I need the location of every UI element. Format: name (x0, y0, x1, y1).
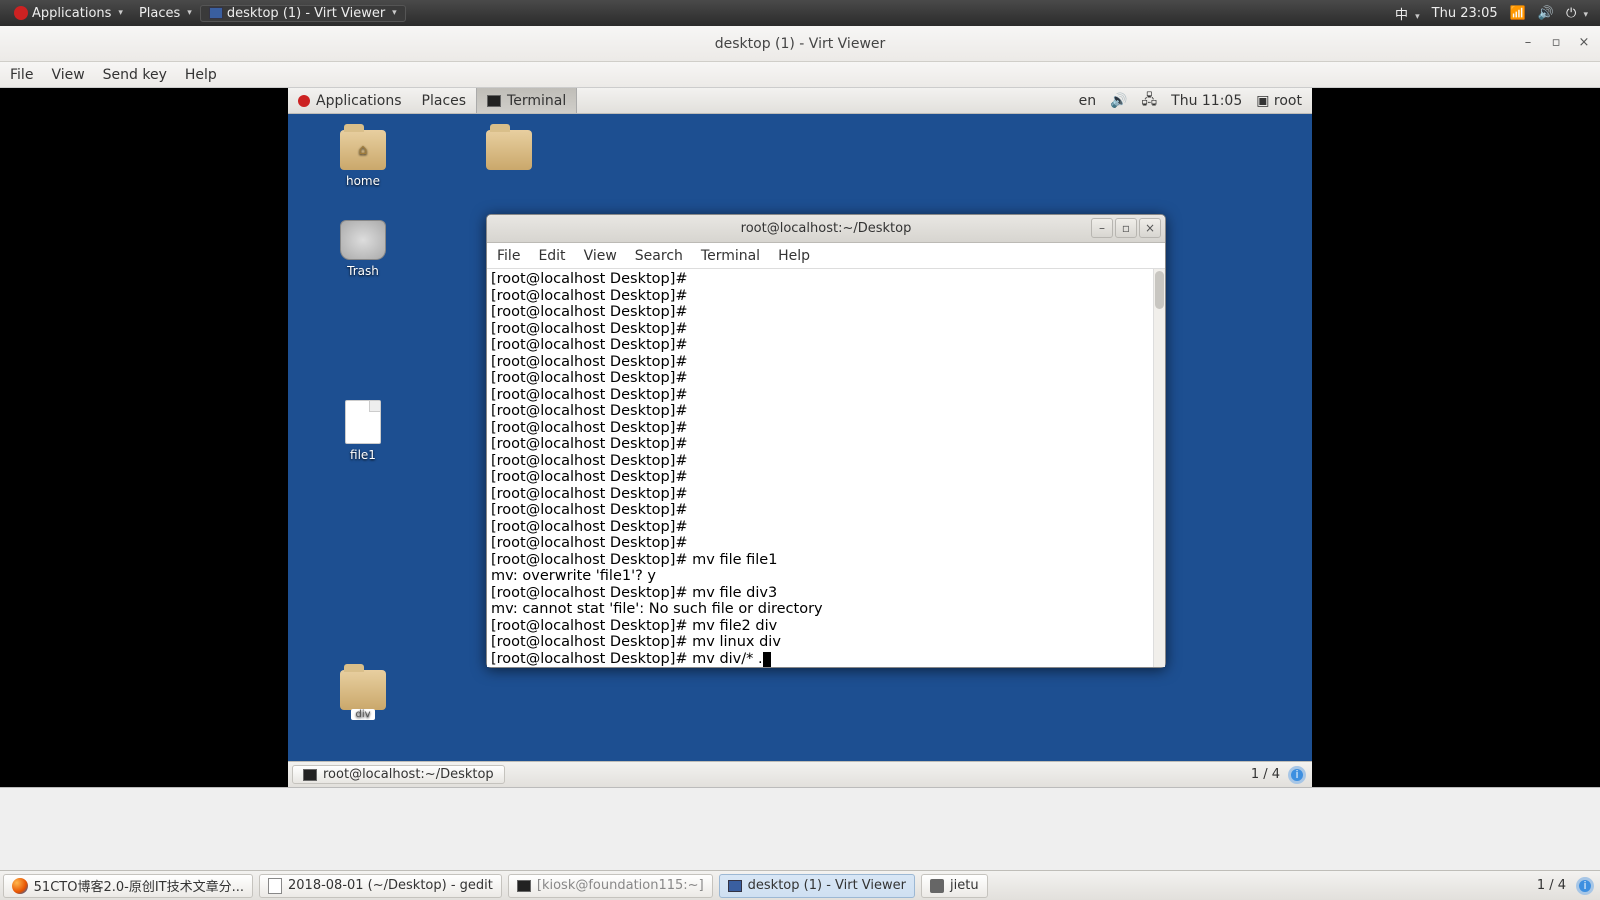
desktop-icon-home[interactable]: ⌂ home (318, 130, 408, 188)
guest-clock[interactable]: Thu 11:05 (1171, 93, 1242, 109)
host-task-terminal[interactable]: [kiosk@foundation115:~] (508, 874, 713, 898)
terminal-icon (517, 880, 531, 892)
host-applications-menu[interactable]: Applications▾ (6, 6, 131, 21)
terminal-close-button[interactable]: × (1139, 218, 1161, 238)
user-menu[interactable]: ▣ root (1256, 93, 1302, 109)
maximize-button[interactable]: ▫ (1546, 32, 1566, 52)
terminal-output[interactable]: [root@localhost Desktop]#[root@localhost… (487, 269, 1165, 667)
vv-menu-sendkey[interactable]: Send key (103, 67, 167, 83)
close-button[interactable]: × (1574, 32, 1594, 52)
terminal-minimize-button[interactable]: – (1091, 218, 1113, 238)
terminal-maximize-button[interactable]: ▫ (1115, 218, 1137, 238)
host-top-panel: Applications▾ Places▾ desktop (1) - Virt… (0, 0, 1600, 26)
power-icon[interactable]: ⏻ ▾ (1566, 6, 1588, 21)
guest-active-task-terminal[interactable]: Terminal (476, 88, 577, 113)
terminal-icon (303, 769, 317, 781)
host-task-gedit[interactable]: 2018-08-01 (~/Desktop) - gedit (259, 874, 502, 898)
host-task-browser[interactable]: 51CTO博客2.0-原创IT技术文章分... (3, 874, 253, 898)
vv-menu-view[interactable]: View (51, 67, 84, 83)
desktop-icon-div3[interactable] (464, 130, 554, 174)
terminal-titlebar[interactable]: root@localhost:~/Desktop – ▫ × (487, 215, 1165, 243)
vv-menu-help[interactable]: Help (185, 67, 217, 83)
virt-viewer-icon (728, 880, 742, 892)
ime-indicator[interactable]: 中 ▾ (1395, 4, 1420, 23)
guest-desktop-area[interactable]: ⌂ home Trash file1 div 2018 (288, 114, 1312, 761)
desktop-icon-div[interactable]: div (318, 670, 408, 714)
host-task-jietu[interactable]: jietu (921, 874, 988, 898)
keyboard-layout[interactable]: en (1079, 93, 1097, 109)
vv-titlebar[interactable]: desktop (1) - Virt Viewer – ▫ × (0, 26, 1600, 62)
distro-icon (14, 6, 28, 20)
desktop-icon-trash[interactable]: Trash (318, 220, 408, 278)
icon-label: Trash (318, 264, 408, 278)
chevron-down-icon: ▾ (118, 8, 123, 18)
desktop-icon-file1[interactable]: file1 (318, 400, 408, 462)
guest-task-terminal[interactable]: root@localhost:~/Desktop (292, 765, 505, 784)
terminal-scrollbar[interactable] (1153, 269, 1165, 667)
network-icon[interactable]: 🖧 (1142, 89, 1158, 113)
folder-icon: div (340, 670, 386, 710)
guest-display[interactable]: Applications Places Terminal en 🔊 🖧 Thu … (0, 88, 1600, 787)
terminal-menu-view[interactable]: View (584, 248, 617, 264)
terminal-menu-help[interactable]: Help (778, 248, 810, 264)
folder-icon: ⌂ (340, 130, 386, 170)
notification-icon[interactable]: i (1576, 877, 1594, 895)
guest-top-panel: Applications Places Terminal en 🔊 🖧 Thu … (288, 88, 1312, 114)
guest-places-menu[interactable]: Places (412, 93, 477, 109)
guest-bottom-panel: root@localhost:~/Desktop 1 / 4 i (288, 761, 1312, 787)
notification-icon[interactable]: i (1288, 766, 1306, 784)
guest-desktop-root: Applications Places Terminal en 🔊 🖧 Thu … (288, 88, 1312, 787)
host-places-menu[interactable]: Places▾ (131, 6, 200, 21)
host-workspace-pager[interactable]: 1 / 4 (1527, 878, 1576, 893)
active-app-chip[interactable]: desktop (1) - Virt Viewer▾ (200, 5, 406, 22)
folder-icon (486, 130, 532, 170)
file-icon (345, 400, 381, 444)
guest-workspace-pager[interactable]: 1 / 4 (1243, 767, 1288, 782)
host-task-virt-viewer[interactable]: desktop (1) - Virt Viewer (719, 874, 915, 898)
terminal-menu-bar: File Edit View Search Terminal Help (487, 243, 1165, 269)
gedit-icon (268, 878, 282, 894)
terminal-icon (487, 95, 501, 107)
terminal-menu-edit[interactable]: Edit (538, 248, 565, 264)
icon-label: file1 (318, 448, 408, 462)
host-bottom-panel: 51CTO博客2.0-原创IT技术文章分... 2018-08-01 (~/De… (0, 870, 1600, 900)
volume-icon[interactable]: 🔊 (1110, 93, 1127, 109)
virt-viewer-window: desktop (1) - Virt Viewer – ▫ × File Vie… (0, 26, 1600, 788)
firefox-icon (12, 878, 28, 894)
terminal-menu-file[interactable]: File (497, 248, 520, 264)
virt-viewer-icon (209, 7, 223, 19)
terminal-title: root@localhost:~/Desktop (741, 221, 912, 236)
trash-icon (340, 220, 386, 260)
scrollbar-thumb[interactable] (1155, 271, 1164, 309)
host-clock[interactable]: Thu 23:05 (1432, 6, 1498, 21)
icon-label: home (318, 174, 408, 188)
terminal-menu-terminal[interactable]: Terminal (701, 248, 760, 264)
vv-menu-file[interactable]: File (10, 67, 33, 83)
terminal-window[interactable]: root@localhost:~/Desktop – ▫ × File Edit… (486, 214, 1166, 668)
wifi-icon[interactable]: 📶 (1510, 6, 1526, 21)
terminal-menu-search[interactable]: Search (635, 248, 683, 264)
volume-icon[interactable]: 🔊 (1538, 6, 1554, 21)
vv-menu-bar: File View Send key Help (0, 62, 1600, 88)
minimize-button[interactable]: – (1518, 32, 1538, 52)
distro-icon (298, 95, 310, 107)
app-icon (930, 879, 944, 893)
vv-title: desktop (1) - Virt Viewer (715, 36, 886, 52)
guest-applications-menu[interactable]: Applications (288, 93, 412, 109)
